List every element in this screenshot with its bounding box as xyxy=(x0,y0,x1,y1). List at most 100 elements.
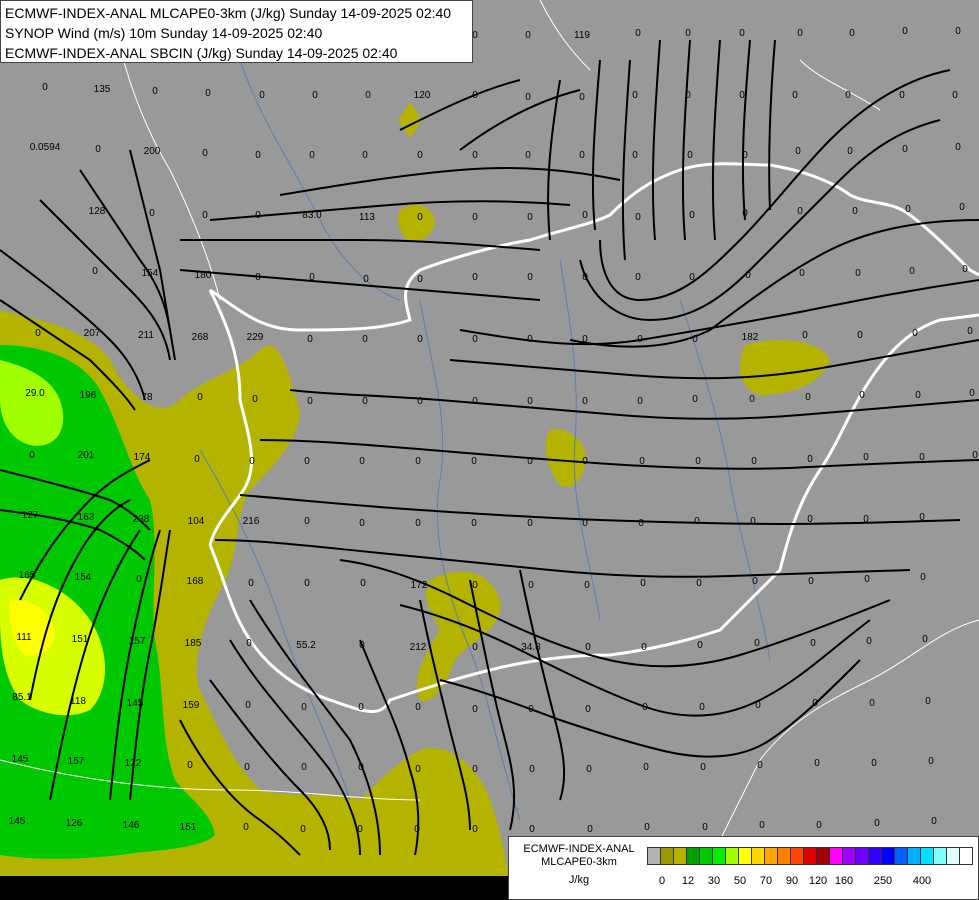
station-value-label: 0 xyxy=(638,518,644,529)
station-value-label: 0 xyxy=(584,580,590,591)
station-value-label: 0 xyxy=(635,272,641,283)
station-value-label: 0 xyxy=(255,210,261,221)
station-value-label: 0 xyxy=(525,92,531,103)
station-value-label: 0 xyxy=(692,334,698,345)
legend-swatch xyxy=(894,847,908,865)
station-value-label: 0 xyxy=(632,90,638,101)
station-value-label: 0 xyxy=(702,822,708,833)
station-value-label: 145 xyxy=(12,754,29,765)
station-value-label: 165 xyxy=(19,570,36,581)
station-value-label: 145 xyxy=(127,698,144,709)
station-value-label: 0 xyxy=(915,390,921,401)
legend-swatch xyxy=(829,847,843,865)
station-value-label: 0 xyxy=(919,512,925,523)
station-value-label: 0 xyxy=(585,642,591,653)
station-value-label: 0 xyxy=(359,456,365,467)
station-value-label: 185 xyxy=(185,638,202,649)
legend-swatch xyxy=(712,847,726,865)
station-value-label: 168 xyxy=(187,576,204,587)
station-value-label: 0 xyxy=(471,456,477,467)
station-value-label: 0 xyxy=(952,90,958,101)
station-value-label: 0 xyxy=(579,92,585,103)
station-value-label: 0 xyxy=(363,274,369,285)
station-value-label: 0 xyxy=(415,456,421,467)
station-value-label: 0 xyxy=(95,144,101,155)
station-value-label: 0 xyxy=(640,578,646,589)
station-value-label: 211 xyxy=(138,330,154,341)
station-value-label: 229 xyxy=(247,332,264,343)
station-value-label: 0 xyxy=(863,452,869,463)
station-value-label: 0 xyxy=(527,518,533,529)
station-value-label: 104 xyxy=(188,516,205,527)
weather-map[interactable]: 0 135 0 0 0 0 0 120 0 0 0 0 0 0 0 0 0 00.0594 0 200 0 0 0 0 0 0 0 0… xyxy=(0,0,979,900)
station-value-label: 0 xyxy=(472,30,478,41)
station-value-label: 0 xyxy=(362,334,368,345)
station-value-label: 111 xyxy=(16,632,32,643)
station-value-label: 0 xyxy=(255,150,261,161)
station-value-label: 0 xyxy=(739,28,745,39)
station-value-label: 0 xyxy=(358,702,364,713)
color-legend: ECMWF-INDEX-ANAL MLCAPE0-3km J/kg 0 12 30 5… xyxy=(508,836,979,900)
station-value-label: 0 xyxy=(972,450,978,461)
station-value-label: 0 xyxy=(527,212,533,223)
station-value-label: 0 xyxy=(805,392,811,403)
station-value-label: 0 xyxy=(304,516,310,527)
legend-swatch xyxy=(803,847,817,865)
legend-swatch xyxy=(751,847,765,865)
legend-swatch xyxy=(660,847,674,865)
station-value-label: 0 xyxy=(955,142,961,153)
station-value-label: 0 xyxy=(689,272,695,283)
station-value-label: 0 xyxy=(852,206,858,217)
station-value-label: 0 xyxy=(855,268,861,279)
station-value-label: 0 xyxy=(358,762,364,773)
station-value-label: 0 xyxy=(807,454,813,465)
station-value-label: 0 xyxy=(637,334,643,345)
station-value-label: 196 xyxy=(80,390,97,401)
station-value-label: 0 xyxy=(152,86,158,97)
station-value-label: 201 xyxy=(78,450,95,461)
station-value-label: 0 xyxy=(300,824,306,835)
station-value-label: 0 xyxy=(92,266,98,277)
station-value-label: 145 xyxy=(9,816,26,827)
station-value-label: 0 xyxy=(357,824,363,835)
legend-swatch xyxy=(959,847,973,865)
station-value-label: 0 xyxy=(857,330,863,341)
station-value-label: 0 xyxy=(245,700,251,711)
station-value-label: 151 xyxy=(180,822,197,833)
station-value-label: 0 xyxy=(931,816,937,827)
station-value-label: 0 xyxy=(795,146,801,157)
station-value-label: 238 xyxy=(133,514,150,525)
station-value-label: 0 xyxy=(365,90,371,101)
station-value-label: 0 xyxy=(582,334,588,345)
station-value-label: 0 xyxy=(871,758,877,769)
station-value-label: 0 xyxy=(29,450,35,461)
legend-tick-label: 70 xyxy=(759,875,773,887)
legend-tick-label: 250 xyxy=(873,875,893,887)
station-value-label: 85.1 xyxy=(12,692,32,703)
legend-swatch xyxy=(920,847,934,865)
station-value-label: 0 xyxy=(309,272,315,283)
station-value-label: 0 xyxy=(259,90,265,101)
station-value-label: 113 xyxy=(359,212,375,223)
station-value-label: 174 xyxy=(134,452,151,463)
station-value-label: 0 xyxy=(244,762,250,773)
station-value-label: 0 xyxy=(755,700,761,711)
station-value-label: 0 xyxy=(692,394,698,405)
station-value-label: 0 xyxy=(925,696,931,707)
station-value-label: 0 xyxy=(745,270,751,281)
station-value-label: 0 xyxy=(472,272,478,283)
station-value-label: 0 xyxy=(35,328,41,339)
station-value-label: 0 xyxy=(685,28,691,39)
station-value-label: 0 xyxy=(249,456,255,467)
station-value-label: 55.2 xyxy=(296,640,316,651)
legend-tick-label: 50 xyxy=(733,875,747,887)
station-value-label: 0 xyxy=(687,150,693,161)
station-value-label: 0 xyxy=(307,396,313,407)
legend-tick-label: 0 xyxy=(658,875,666,887)
station-value-label: 0 xyxy=(863,514,869,525)
station-value-label: 200 xyxy=(144,146,161,157)
map-viewer: 0 135 0 0 0 0 0 120 0 0 0 0 0 0 0 0 0 0 0.0594 0 200 0 0 0 0 0 0 0 0… xyxy=(0,0,979,900)
title-line-cape: ECMWF-INDEX-ANAL MLCAPE0-3km (J/kg) Sund… xyxy=(5,5,452,21)
legend-tick-label: 120 xyxy=(808,875,828,887)
station-value-label: 268 xyxy=(192,332,209,343)
